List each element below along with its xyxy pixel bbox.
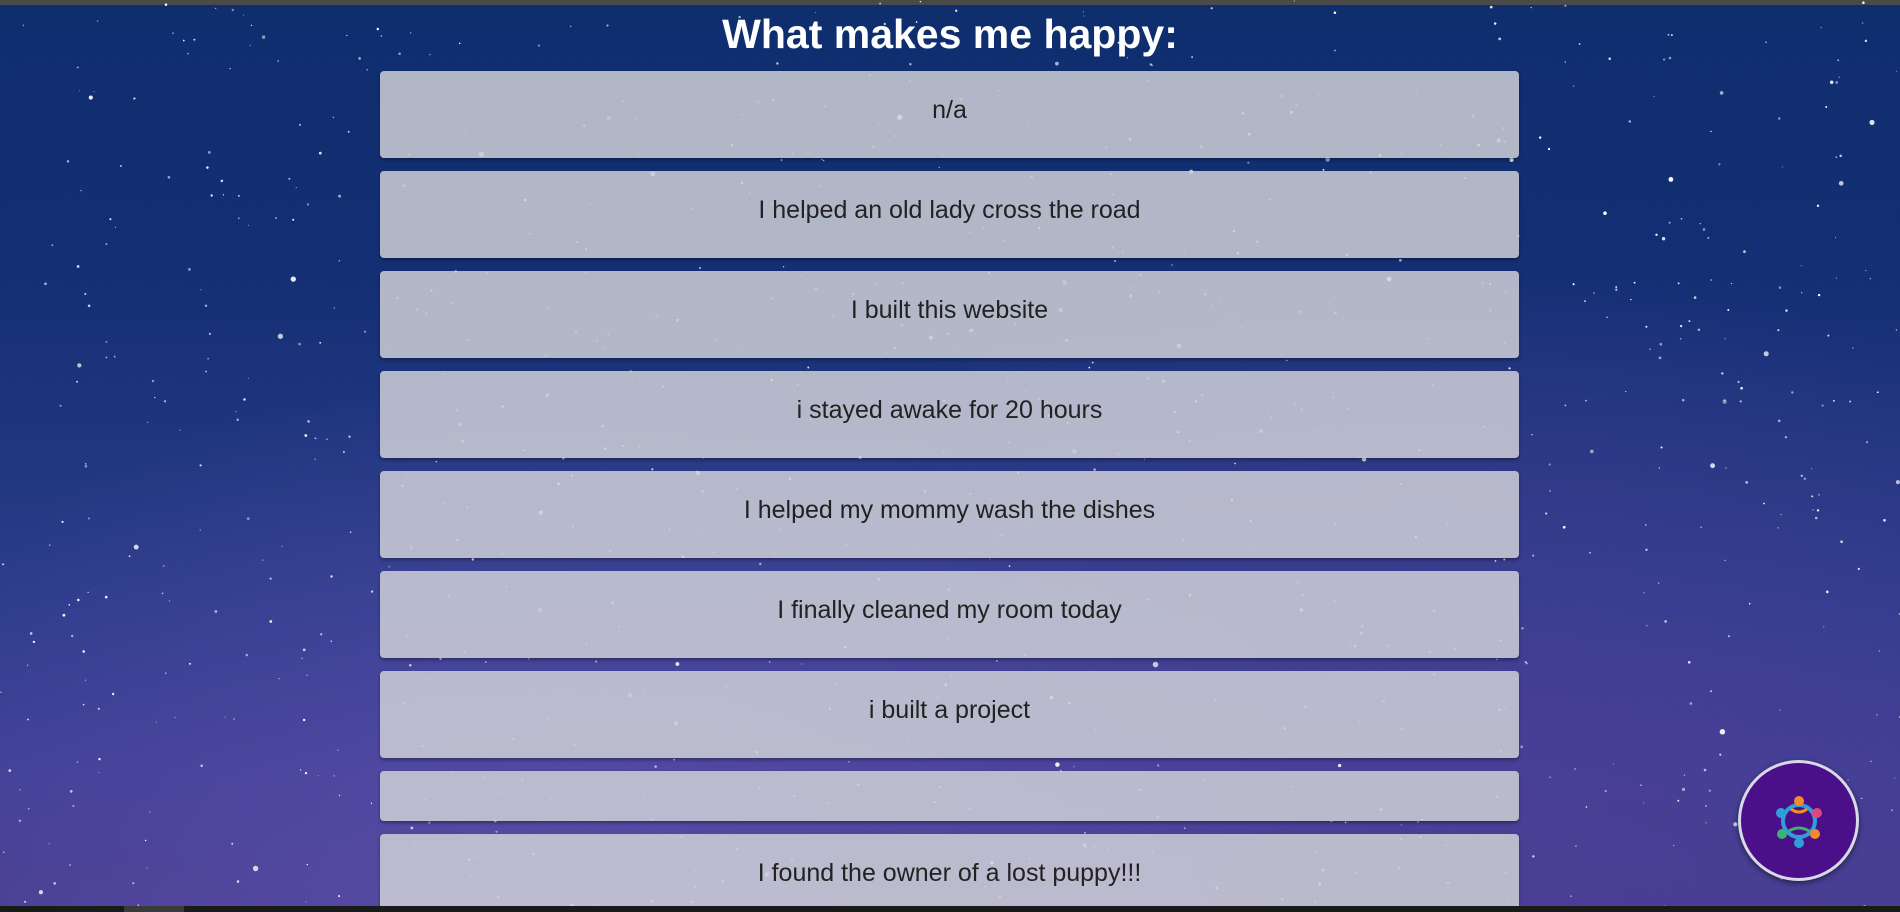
happy-list: n/a I helped an old lady cross the road … xyxy=(380,71,1519,912)
list-item-empty[interactable] xyxy=(380,771,1519,821)
list-item[interactable]: I helped my mommy wash the dishes xyxy=(380,471,1519,558)
list-item-text: I built this website xyxy=(850,296,1049,324)
list-item[interactable]: i built a project xyxy=(380,671,1519,758)
list-item[interactable]: i stayed awake for 20 hours xyxy=(380,371,1519,458)
list-item[interactable]: I built this website xyxy=(380,271,1519,358)
window-top-border xyxy=(0,0,1900,5)
taskbar-strip xyxy=(0,906,1900,912)
list-item-text: I finally cleaned my room today xyxy=(777,596,1122,624)
list-item-text: i built a project xyxy=(868,696,1031,724)
community-fab-button[interactable] xyxy=(1738,760,1859,881)
list-item-text: I helped an old lady cross the road xyxy=(758,196,1141,224)
list-item-text: n/a xyxy=(932,96,967,124)
list-item-text: I found the owner of a lost puppy!!! xyxy=(757,859,1142,887)
list-item[interactable]: n/a xyxy=(380,71,1519,158)
community-circle-icon xyxy=(1775,795,1822,848)
page-title: What makes me happy: xyxy=(722,11,1178,57)
list-item[interactable]: I finally cleaned my room today xyxy=(380,571,1519,658)
list-item-text: i stayed awake for 20 hours xyxy=(796,396,1103,424)
list-item[interactable]: I found the owner of a lost puppy!!! xyxy=(380,834,1519,912)
list-item-text: I helped my mommy wash the dishes xyxy=(743,496,1156,524)
list-item[interactable]: I helped an old lady cross the road xyxy=(380,171,1519,258)
